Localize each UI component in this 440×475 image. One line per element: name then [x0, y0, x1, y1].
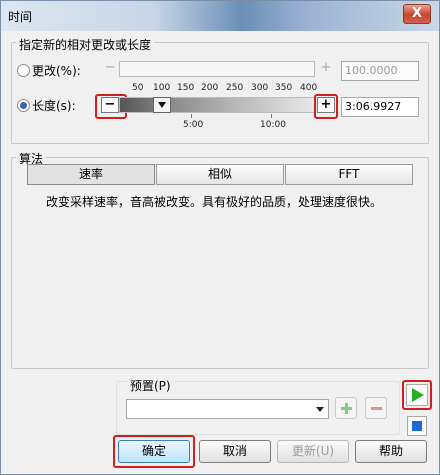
- add-preset-button[interactable]: [335, 397, 357, 419]
- change-percent-field[interactable]: 100.0000: [341, 61, 419, 81]
- tick-mark: [271, 114, 272, 118]
- preset-dropdown[interactable]: [126, 399, 329, 419]
- tick-label: 150: [177, 83, 195, 93]
- change-plus-button[interactable]: +: [317, 61, 335, 77]
- length-radio[interactable]: [17, 99, 30, 112]
- change-percent-radio[interactable]: [17, 64, 30, 77]
- tick-label: 100: [153, 83, 171, 93]
- minus-icon: [371, 407, 382, 410]
- help-button[interactable]: 帮助: [355, 440, 427, 463]
- algorithm-tabs: 速率 相似 FFT: [27, 164, 413, 185]
- tick-label: 250: [226, 83, 244, 93]
- cancel-button[interactable]: 取消: [199, 440, 271, 463]
- window-title: 时间: [8, 10, 33, 24]
- dialog-body: 指定新的相对更改或长度 更改(%): − + 50 100 150 200 25…: [1, 31, 439, 474]
- preset-label: 预置(P): [128, 377, 173, 394]
- tick-label: 300: [251, 83, 269, 93]
- tab-rate[interactable]: 速率: [27, 164, 155, 185]
- length-minus-button[interactable]: −: [101, 97, 119, 113]
- play-button[interactable]: [406, 384, 428, 406]
- update-button[interactable]: 更新(U): [277, 440, 349, 463]
- change-percent-label: 更改(%):: [32, 64, 81, 78]
- tick-label: 350: [275, 83, 293, 93]
- tick-mark: [191, 114, 192, 118]
- tab-fft[interactable]: FFT: [285, 164, 413, 185]
- algorithm-group: [11, 157, 429, 369]
- time-dialog: 时间 X 指定新的相对更改或长度 更改(%): − + 50 100 150 2…: [0, 0, 440, 475]
- chevron-down-icon: [158, 102, 166, 108]
- plus-icon: [341, 403, 352, 414]
- chevron-down-icon: [316, 407, 324, 412]
- stop-icon: [412, 421, 422, 431]
- change-minus-button[interactable]: −: [101, 61, 119, 77]
- close-button[interactable]: X: [403, 4, 431, 24]
- stop-button[interactable]: [407, 416, 427, 436]
- tick-label: 10:00: [260, 120, 286, 130]
- algorithm-description: 改变采样速率，音高被改变。具有极好的品质，处理速度很快。: [46, 195, 383, 209]
- ok-button[interactable]: 确定: [118, 440, 190, 463]
- tick-label: 200: [201, 83, 219, 93]
- tick-label: 50: [132, 83, 144, 93]
- length-label: 长度(s):: [32, 99, 76, 113]
- play-icon: [412, 388, 424, 402]
- length-slider-thumb[interactable]: [153, 97, 171, 113]
- tick-label: 5:00: [183, 120, 204, 130]
- length-slider[interactable]: [119, 97, 315, 113]
- remove-preset-button[interactable]: [365, 397, 387, 419]
- relative-change-group-title: 指定新的相对更改或长度: [16, 36, 155, 53]
- relative-change-group: [11, 42, 429, 144]
- title-bar[interactable]: 时间 X: [1, 1, 439, 31]
- change-percent-slider[interactable]: [119, 61, 315, 77]
- tab-similar[interactable]: 相似: [156, 164, 284, 185]
- tick-label: 400: [300, 83, 318, 93]
- length-plus-button[interactable]: +: [317, 97, 335, 113]
- length-field[interactable]: 3:06.9927: [341, 97, 419, 117]
